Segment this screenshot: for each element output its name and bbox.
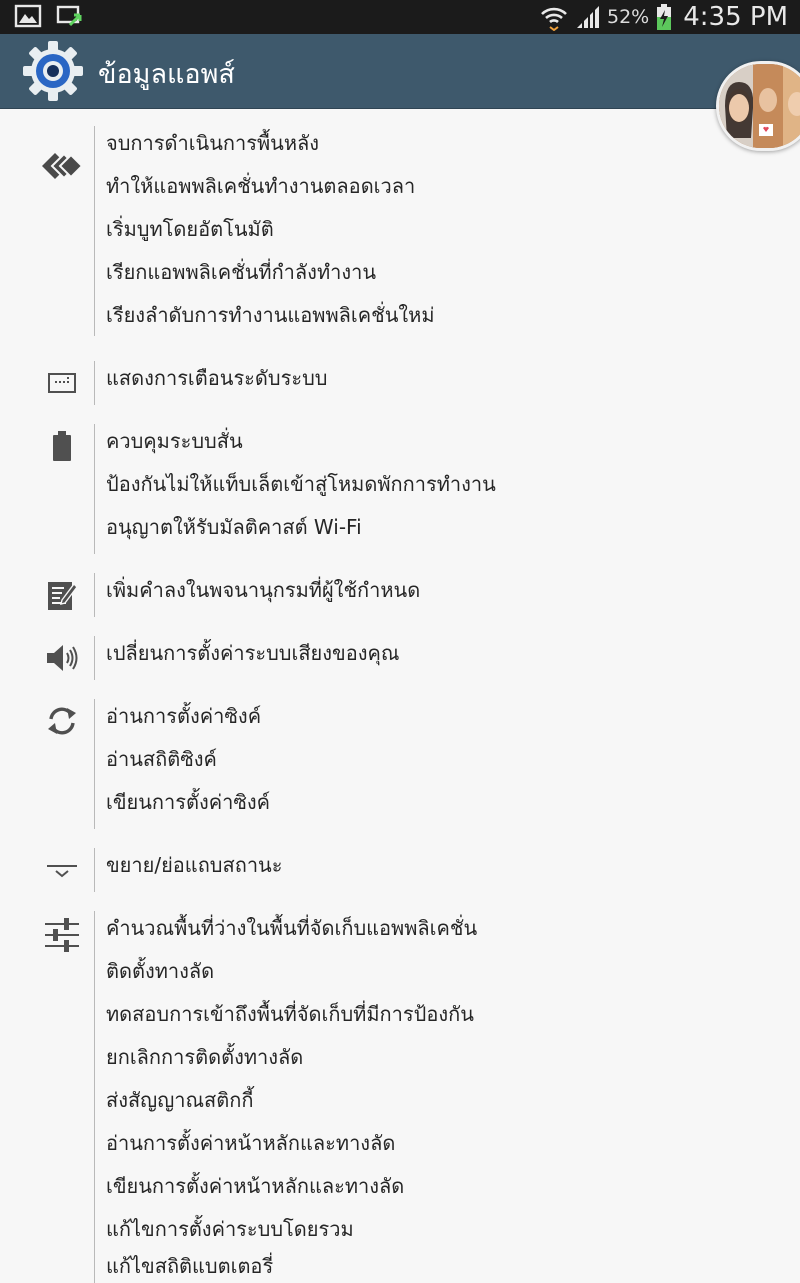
group-divider xyxy=(94,911,95,1283)
permission-group-sync: อ่านการตั้งค่าซิงค์ อ่านสถิติซิงค์ เขียน… xyxy=(0,699,800,829)
permission-item: เริ่มบูทโดยอัตโนมัติ xyxy=(106,217,274,241)
group-divider xyxy=(94,126,95,336)
system-alert-window-icon xyxy=(40,361,84,405)
system-indicators: 52% 4:35 PM xyxy=(539,0,788,34)
permission-item: แก้ไขสถิติแบตเตอรี่ xyxy=(106,1254,274,1278)
permission-item: ทำให้แอพพลิเคชั่นทำงานตลอดเวลา xyxy=(106,174,416,198)
permission-group-status-bar: ขยาย/ย่อแถบสถานะ xyxy=(0,848,800,892)
permission-item: ควบคุมระบบสั่น xyxy=(106,429,243,453)
dictionary-edit-icon xyxy=(40,573,84,617)
permission-item: เรียงลำดับการทำงานแอพพลิเคชั่นใหม่ xyxy=(106,303,435,327)
status-bar-expand-icon xyxy=(40,848,84,892)
group-divider xyxy=(94,361,95,405)
battery-percentage: 52% xyxy=(607,6,650,28)
group-divider xyxy=(94,636,95,680)
permission-item: แสดงการเตือนระดับระบบ xyxy=(106,366,328,390)
permission-item: คำนวณพื้นที่ว่างในพื้นที่จัดเก็บแอพพลิเค… xyxy=(106,916,478,940)
page-title: ข้อมูลแอพส์ xyxy=(98,59,235,90)
permission-item: ขยาย/ย่อแถบสถานะ xyxy=(106,853,283,877)
clock: 4:35 PM xyxy=(683,2,788,32)
permission-group-battery: ควบคุมระบบสั่น ป้องกันไม่ให้แท็บเล็ตเข้า… xyxy=(0,424,800,554)
permission-group-audio: เปลี่ยนการตั้งค่าระบบเสียงของคุณ xyxy=(0,636,800,680)
app-bar: ข้อมูลแอพส์ xyxy=(0,34,800,109)
permission-item: เปลี่ยนการตั้งค่าระบบเสียงของคุณ xyxy=(106,641,400,665)
group-divider xyxy=(94,699,95,829)
notification-icons xyxy=(14,3,86,31)
settings-gear-icon[interactable] xyxy=(22,40,84,102)
permission-group-system-alert: แสดงการเตือนระดับระบบ xyxy=(0,361,800,405)
permission-group-app-tasks: จบการดำเนินการพื้นหลัง ทำให้แอพพลิเคชั่น… xyxy=(0,126,800,336)
permission-item: ทดสอบการเข้าถึงพื้นที่จัดเก็บที่มีการป้อ… xyxy=(106,1002,474,1026)
permission-item: เขียนการตั้งค่าหน้าหลักและทางลัด xyxy=(106,1174,405,1198)
permission-item: เรียกแอพพลิเคชั่นที่กำลังทำงาน xyxy=(106,260,377,284)
permission-item: ป้องกันไม่ให้แท็บเล็ตเข้าสู่โหมดพักการทำ… xyxy=(106,472,496,496)
permission-item: อนุญาตให้รับมัลติคาสต์ Wi-Fi xyxy=(106,515,362,539)
group-divider xyxy=(94,573,95,617)
permission-group-dictionary: เพิ่มคำลงในพจนานุกรมที่ผู้ใช้กำหนด xyxy=(0,573,800,617)
sync-settings-icon xyxy=(40,699,84,743)
permission-item: ส่งสัญญาณสติกกี้ xyxy=(106,1088,254,1112)
permission-item: เพิ่มคำลงในพจนานุกรมที่ผู้ใช้กำหนด xyxy=(106,578,421,602)
status-bar: 52% 4:35 PM xyxy=(0,0,800,34)
group-divider xyxy=(94,424,95,554)
permission-item: เขียนการตั้งค่าซิงค์ xyxy=(106,790,271,814)
permission-item: อ่านการตั้งค่าหน้าหลักและทางลัด xyxy=(106,1131,396,1155)
permission-group-system-tools: คำนวณพื้นที่ว่างในพื้นที่จัดเก็บแอพพลิเค… xyxy=(0,911,800,1283)
permissions-list: จบการดำเนินการพื้นหลัง ทำให้แอพพลิเคชั่น… xyxy=(0,108,800,1283)
app-tasks-icon xyxy=(40,144,84,188)
group-divider xyxy=(94,848,95,892)
audio-settings-icon xyxy=(40,636,84,680)
permission-item: แก้ไขการตั้งค่าระบบโดยรวม xyxy=(106,1217,354,1241)
system-tools-icon xyxy=(40,913,84,957)
permission-item: ติดตั้งทางลัด xyxy=(106,959,215,983)
permission-item: อ่านสถิติซิงค์ xyxy=(106,747,217,771)
permission-item: จบการดำเนินการพื้นหลัง xyxy=(106,131,320,155)
battery-icon xyxy=(40,424,84,468)
signal-icon xyxy=(577,6,599,28)
sync-notification-icon xyxy=(56,5,82,27)
permission-item: ยกเลิกการติดตั้งทางลัด xyxy=(106,1045,304,1069)
wifi-icon xyxy=(541,7,567,31)
permission-item: อ่านการตั้งค่าซิงค์ xyxy=(106,704,262,728)
battery-charging-icon xyxy=(657,4,672,30)
gallery-notification-icon xyxy=(14,4,42,28)
